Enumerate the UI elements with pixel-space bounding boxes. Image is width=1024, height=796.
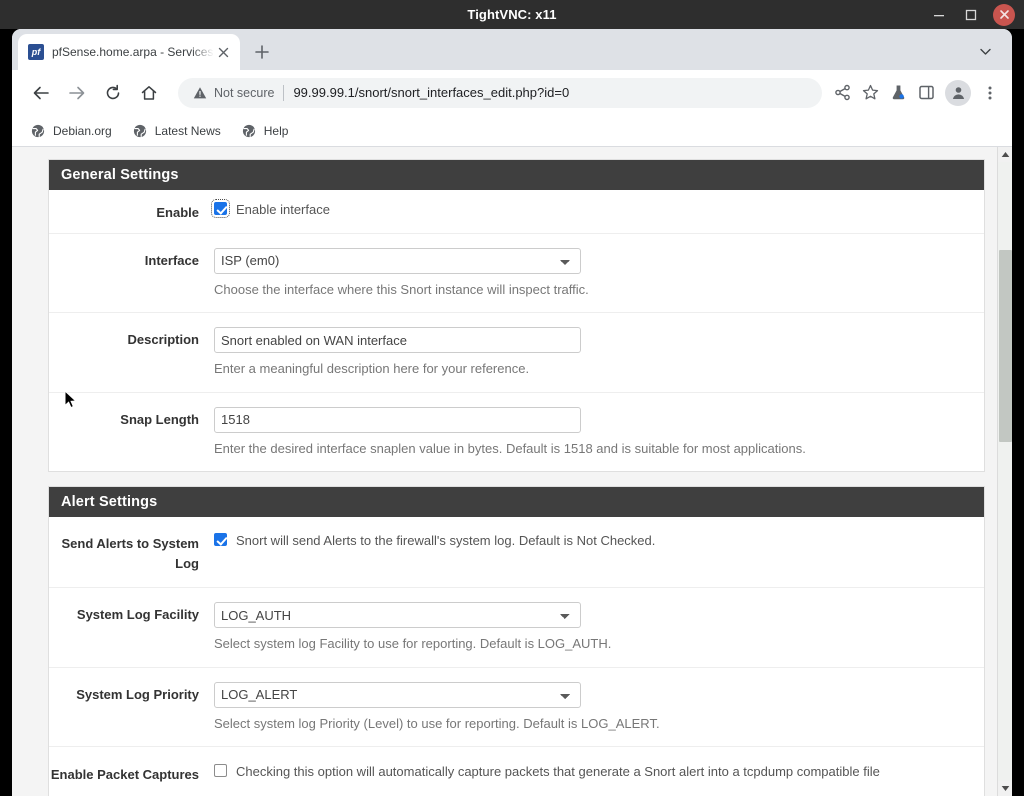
close-icon[interactable]	[993, 4, 1015, 26]
field-label-enable: Enable	[49, 200, 214, 223]
form-row-system-log-facility: System Log Facility LOG_AUTH Select syst…	[49, 588, 984, 668]
field-help-snap-length: Enter the desired interface snaplen valu…	[214, 440, 970, 458]
select-interface[interactable]: ISP (em0)	[214, 248, 581, 274]
tab-close-icon[interactable]	[214, 43, 232, 61]
form-row-interface: Interface ISP (em0) Choose the interface…	[49, 234, 984, 314]
scrollbar-thumb[interactable]	[999, 250, 1012, 442]
bookmark-label: Debian.org	[53, 124, 112, 138]
select-system-log-facility[interactable]: LOG_AUTH	[214, 602, 581, 628]
field-label-snap-length: Snap Length	[49, 407, 214, 458]
input-snap-length[interactable]	[214, 407, 581, 433]
field-label-send-alerts-system-log: Send Alerts to System Log	[49, 531, 214, 573]
field-label-system-log-priority: System Log Priority	[49, 682, 214, 733]
field-label-interface: Interface	[49, 248, 214, 299]
vnc-window: TightVNC: x11 pf pfSense.home.arpa - Ser…	[0, 0, 1024, 796]
bookmark-label: Help	[264, 124, 289, 138]
field-help-system-log-priority: Select system log Priority (Level) to us…	[214, 715, 970, 733]
panel-title-general-settings: General Settings	[49, 160, 984, 190]
bookmark-label: Latest News	[155, 124, 221, 138]
new-tab-button[interactable]	[250, 40, 274, 64]
browser-menu-icon[interactable]	[976, 79, 1004, 107]
checkbox-label-enable-interface: Enable interface	[236, 200, 330, 220]
browser-tab[interactable]: pf pfSense.home.arpa - Services: Sn	[18, 34, 240, 70]
url-text: 99.99.99.1/snort/snort_interfaces_edit.p…	[293, 85, 569, 100]
snort-interface-edit-page: General Settings Enable Enable interface	[12, 147, 1003, 796]
checkbox-label-send-alerts-system-log: Snort will send Alerts to the firewall's…	[236, 531, 655, 551]
bookmarks-bar: Debian.org Latest News H	[12, 115, 1012, 147]
bookmark-latest-news[interactable]: Latest News	[124, 120, 229, 142]
checkbox-label-enable-packet-captures: Checking this option will automatically …	[236, 762, 880, 782]
field-help-description: Enter a meaningful description here for …	[214, 360, 970, 378]
form-row-system-log-priority: System Log Priority LOG_ALERT Select sys…	[49, 668, 984, 748]
not-secure-warning-icon	[192, 85, 208, 101]
window-title: TightVNC: x11	[467, 7, 556, 22]
bookmark-debian-org[interactable]: Debian.org	[22, 120, 120, 142]
address-bar[interactable]: Not secure 99.99.99.1/snort/snort_interf…	[178, 78, 822, 108]
field-label-packet-captures: Enable Packet Captures	[49, 762, 214, 785]
page-scrollbar[interactable]	[997, 147, 1012, 796]
input-description[interactable]	[214, 327, 581, 353]
chrome-browser-window: pf pfSense.home.arpa - Services: Sn	[12, 29, 1012, 796]
checkbox-send-alerts-system-log[interactable]	[214, 533, 227, 546]
scrollbar-track[interactable]	[998, 162, 1012, 781]
form-row-description: Description Enter a meaningful descripti…	[49, 313, 984, 393]
bookmark-star-icon[interactable]	[856, 79, 884, 107]
form-row-send-alerts-system-log: Send Alerts to System Log Snort will sen…	[49, 517, 984, 588]
checkbox-enable-interface[interactable]	[214, 202, 227, 215]
home-icon[interactable]	[134, 78, 164, 108]
scrollbar-down-arrow-icon[interactable]	[998, 781, 1012, 796]
bookmark-help[interactable]: Help	[233, 120, 297, 142]
globe-icon	[241, 123, 257, 139]
back-icon[interactable]	[26, 78, 56, 108]
maximize-icon[interactable]	[956, 0, 986, 29]
pfsense-favicon-icon: pf	[28, 44, 44, 60]
scrollbar-up-arrow-icon[interactable]	[998, 147, 1012, 162]
form-row-snap-length: Snap Length Enter the desired interface …	[49, 393, 984, 472]
general-settings-panel: General Settings Enable Enable interface	[48, 159, 985, 472]
minimize-icon[interactable]	[924, 0, 954, 29]
tab-strip: pf pfSense.home.arpa - Services: Sn	[12, 29, 1012, 70]
checkbox-enable-packet-captures[interactable]	[214, 764, 227, 777]
vnc-titlebar: TightVNC: x11	[0, 0, 1024, 29]
security-status-label: Not secure	[214, 86, 274, 100]
globe-icon	[132, 123, 148, 139]
window-controls	[924, 0, 1018, 29]
chrome-labs-flask-icon[interactable]	[884, 79, 912, 107]
globe-icon	[30, 123, 46, 139]
field-help-interface: Choose the interface where this Snort in…	[214, 281, 970, 299]
field-help-system-log-facility: Select system log Facility to use for re…	[214, 635, 970, 653]
browser-toolbar: Not secure 99.99.99.1/snort/snort_interf…	[12, 70, 1012, 115]
form-row-packet-captures: Enable Packet Captures Checking this opt…	[49, 747, 984, 796]
share-icon[interactable]	[828, 79, 856, 107]
chevron-down-icon[interactable]	[974, 40, 996, 62]
forward-icon[interactable]	[62, 78, 92, 108]
panel-title-alert-settings: Alert Settings	[49, 487, 984, 517]
omnibox-separator	[283, 85, 284, 101]
field-label-description: Description	[49, 327, 214, 378]
tab-title: pfSense.home.arpa - Services: Sn	[52, 45, 214, 59]
side-panel-icon[interactable]	[912, 79, 940, 107]
field-label-system-log-facility: System Log Facility	[49, 602, 214, 653]
form-row-enable: Enable Enable interface	[49, 190, 984, 234]
alert-settings-panel: Alert Settings Send Alerts to System Log…	[48, 486, 985, 796]
select-system-log-priority[interactable]: LOG_ALERT	[214, 682, 581, 708]
profile-avatar[interactable]	[945, 80, 971, 106]
reload-icon[interactable]	[98, 78, 128, 108]
page-viewport: General Settings Enable Enable interface	[12, 147, 1012, 796]
